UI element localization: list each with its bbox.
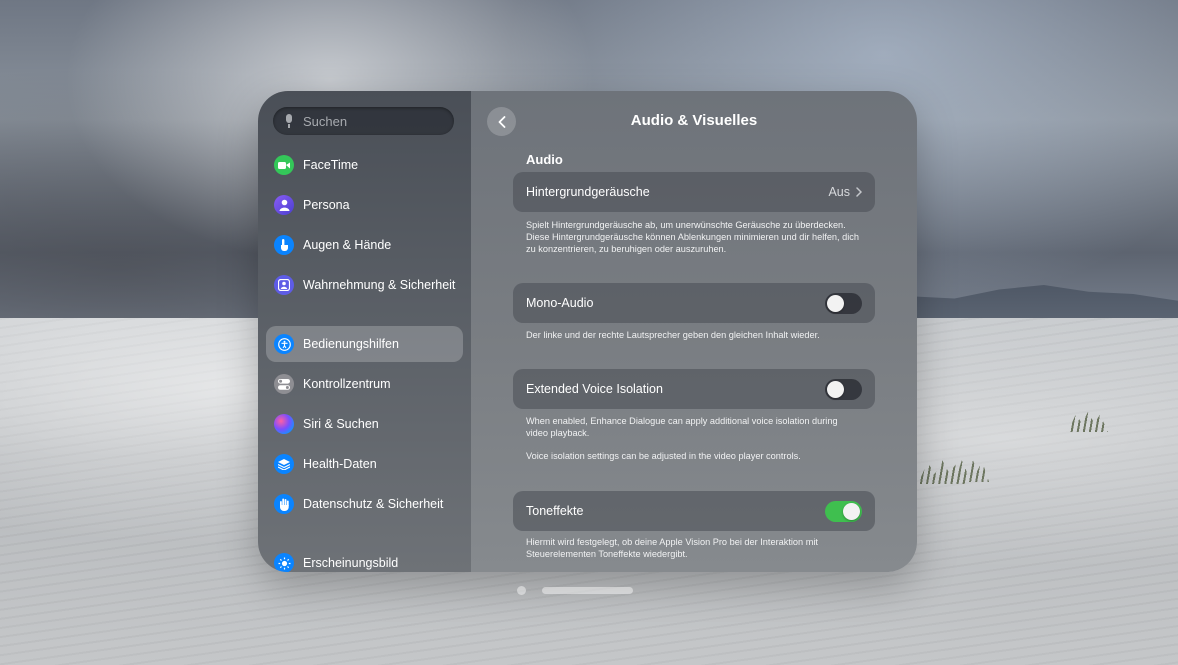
sidebar-item-label: FaceTime bbox=[303, 158, 359, 172]
detail-pane: Audio & Visuelles Audio Hintergrundgeräu… bbox=[471, 91, 917, 572]
row-value: Aus bbox=[828, 185, 850, 199]
row-label: Extended Voice Isolation bbox=[526, 382, 663, 396]
sidebar-item-label: Siri & Suchen bbox=[303, 417, 379, 431]
row-label: Mono-Audio bbox=[526, 296, 594, 310]
sidebar-item-label: Augen & Hände bbox=[303, 238, 392, 252]
page-title: Audio & Visuelles bbox=[630, 112, 758, 129]
row-label: Toneffekte bbox=[526, 504, 584, 518]
row-description: When enabled, Enhance Dialogue can apply… bbox=[526, 416, 838, 438]
row-description: Der linke und der rechte Lautsprecher ge… bbox=[526, 330, 820, 340]
sidebar: Suchen FaceTime Persona Augen & Hände Wa bbox=[258, 91, 471, 572]
sidebar-item-persona[interactable]: Persona bbox=[266, 187, 463, 223]
sidebar-item-label: Health-Daten bbox=[303, 457, 377, 471]
row-extended-voice-isolation: Extended Voice Isolation bbox=[513, 369, 875, 409]
sidebar-item-wahrnehmung[interactable]: Wahrnehmung & Sicherheit bbox=[266, 267, 463, 303]
sidebar-item-label: Wahrnehmung & Sicherheit bbox=[303, 278, 456, 292]
person-badge-icon bbox=[274, 275, 294, 295]
row-toneffekte: Toneffekte bbox=[513, 491, 875, 531]
persona-icon bbox=[274, 195, 294, 215]
row-description: Spielt Hintergrundgeräusche ab, um unerw… bbox=[526, 220, 860, 254]
siri-icon bbox=[274, 414, 294, 434]
toggles-icon bbox=[274, 374, 294, 394]
settings-window: Suchen FaceTime Persona Augen & Hände Wa bbox=[258, 91, 917, 572]
video-icon bbox=[274, 155, 294, 175]
sidebar-item-kontrollzentrum[interactable]: Kontrollzentrum bbox=[266, 366, 463, 402]
hand-raised-icon bbox=[274, 494, 294, 514]
toggle-knob bbox=[843, 502, 860, 520]
hand-pointer-icon bbox=[274, 235, 294, 255]
toneffekte-toggle[interactable] bbox=[825, 500, 862, 522]
sidebar-item-label: Kontrollzentrum bbox=[303, 377, 391, 391]
sidebar-item-facetime[interactable]: FaceTime bbox=[266, 147, 463, 183]
row-label: Hintergrundgeräusche bbox=[526, 185, 650, 199]
search-field[interactable]: Suchen bbox=[273, 107, 454, 135]
section-header-audio: Audio bbox=[526, 152, 563, 167]
sidebar-item-bedienungshilfen[interactable]: Bedienungshilfen bbox=[266, 326, 463, 362]
sidebar-item-datenschutz[interactable]: Datenschutz & Sicherheit bbox=[266, 486, 463, 522]
sidebar-item-siri[interactable]: Siri & Suchen bbox=[266, 406, 463, 442]
microphone-icon[interactable] bbox=[284, 114, 294, 128]
chevron-right-icon bbox=[856, 185, 863, 200]
toggle-knob bbox=[827, 380, 844, 398]
window-close-dot[interactable] bbox=[517, 586, 526, 595]
sun-icon bbox=[274, 553, 294, 572]
shrub bbox=[1068, 412, 1108, 432]
sidebar-item-label: Erscheinungsbild bbox=[303, 556, 399, 570]
accessibility-icon bbox=[274, 334, 294, 354]
shrub bbox=[955, 458, 989, 482]
sidebar-item-erscheinungsbild[interactable]: Erscheinungsbild bbox=[266, 545, 463, 572]
search-placeholder: Suchen bbox=[303, 113, 348, 129]
sidebar-item-label: Datenschutz & Sicherheit bbox=[303, 497, 444, 511]
sidebar-item-augen-haende[interactable]: Augen & Hände bbox=[266, 227, 463, 263]
stack-icon bbox=[274, 454, 294, 474]
row-description-secondary: Voice isolation settings can be adjusted… bbox=[526, 451, 801, 461]
row-description: Hiermit wird festgelegt, ob deine Apple … bbox=[526, 537, 818, 559]
sidebar-item-health[interactable]: Health-Daten bbox=[266, 446, 463, 482]
row-hintergrundgeraeusche[interactable]: Hintergrundgeräusche Aus bbox=[513, 172, 875, 212]
row-mono-audio: Mono-Audio bbox=[513, 283, 875, 323]
toggle-knob bbox=[827, 294, 844, 312]
mono-audio-toggle[interactable] bbox=[825, 292, 862, 314]
sidebar-item-label: Persona bbox=[303, 198, 350, 212]
voice-isolation-toggle[interactable] bbox=[825, 378, 862, 400]
window-grabber-bar[interactable] bbox=[542, 587, 633, 594]
sidebar-item-label: Bedienungshilfen bbox=[303, 337, 399, 351]
